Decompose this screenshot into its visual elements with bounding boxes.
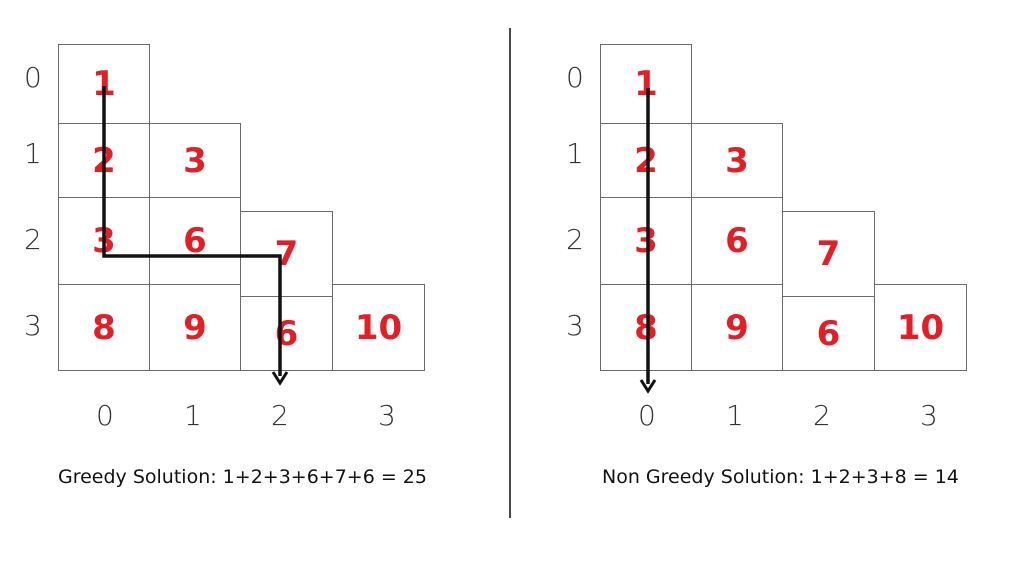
cell-value: 6 <box>274 313 299 354</box>
cell-value: 7 <box>274 234 299 274</box>
cell-value: 3 <box>725 140 749 181</box>
col-label-3: 3 <box>920 399 938 432</box>
cell-r2-c2: 7 <box>240 211 333 297</box>
cell-value: 3 <box>634 221 658 261</box>
greedy-panel: 0 1 2 3 1 2 3 3 6 7 8 9 6 10 0 1 2 3 Gre… <box>0 0 510 576</box>
row-label-3: 3 <box>24 309 42 342</box>
cell-r1-c0: 2 <box>600 123 692 198</box>
col-label-2: 2 <box>813 399 831 432</box>
col-label-2: 2 <box>271 399 289 432</box>
cell-value: 3 <box>92 221 116 261</box>
cell-value: 8 <box>92 307 116 348</box>
cell-r3-c2: 6 <box>240 296 333 371</box>
cell-r3-c0: 8 <box>600 284 692 371</box>
cell-r2-c0: 3 <box>58 197 150 285</box>
cell-value: 10 <box>354 307 403 348</box>
cell-r1-c1: 3 <box>691 123 783 198</box>
cell-r3-c3: 10 <box>874 284 967 371</box>
panel-divider <box>509 28 511 518</box>
non-greedy-caption: Non Greedy Solution: 1+2+3+8 = 14 <box>602 466 959 488</box>
cell-value: 9 <box>725 307 749 348</box>
cell-value: 9 <box>183 307 207 348</box>
cell-value: 2 <box>634 140 658 181</box>
row-label-0: 0 <box>24 61 42 94</box>
cell-value: 6 <box>816 313 841 354</box>
cell-value: 10 <box>896 307 945 348</box>
col-label-0: 0 <box>96 399 114 432</box>
cell-r1-c1: 3 <box>149 123 241 198</box>
cell-r0-c0: 1 <box>600 44 692 124</box>
cell-r3-c1: 9 <box>149 284 241 371</box>
cell-r3-c3: 10 <box>332 284 425 371</box>
cell-r2-c1: 6 <box>691 197 783 285</box>
cell-r3-c2: 6 <box>782 296 875 371</box>
cell-value: 1 <box>92 64 116 104</box>
cell-value: 3 <box>183 140 207 181</box>
row-label-0: 0 <box>566 61 584 94</box>
cell-value: 8 <box>634 307 658 348</box>
cell-r1-c0: 2 <box>58 123 150 198</box>
cell-r3-c0: 8 <box>58 284 150 371</box>
col-label-3: 3 <box>378 399 396 432</box>
cell-value: 2 <box>92 140 116 181</box>
cell-r3-c1: 9 <box>691 284 783 371</box>
row-label-2: 2 <box>566 223 584 256</box>
cell-value: 1 <box>634 64 658 104</box>
cell-r0-c0: 1 <box>58 44 150 124</box>
cell-r2-c0: 3 <box>600 197 692 285</box>
cell-value: 6 <box>183 221 207 261</box>
cell-r2-c2: 7 <box>782 211 875 297</box>
cell-r2-c1: 6 <box>149 197 241 285</box>
greedy-caption: Greedy Solution: 1+2+3+6+7+6 = 25 <box>58 466 427 488</box>
non-greedy-panel: 0 1 2 3 1 2 3 3 6 7 8 9 6 10 0 1 2 3 Non… <box>542 0 1024 576</box>
col-label-0: 0 <box>638 399 656 432</box>
row-label-2: 2 <box>24 223 42 256</box>
row-label-1: 1 <box>566 137 584 170</box>
row-label-3: 3 <box>566 309 584 342</box>
row-label-1: 1 <box>24 137 42 170</box>
col-label-1: 1 <box>726 399 744 432</box>
col-label-1: 1 <box>184 399 202 432</box>
cell-value: 6 <box>725 221 749 261</box>
cell-value: 7 <box>816 234 841 274</box>
